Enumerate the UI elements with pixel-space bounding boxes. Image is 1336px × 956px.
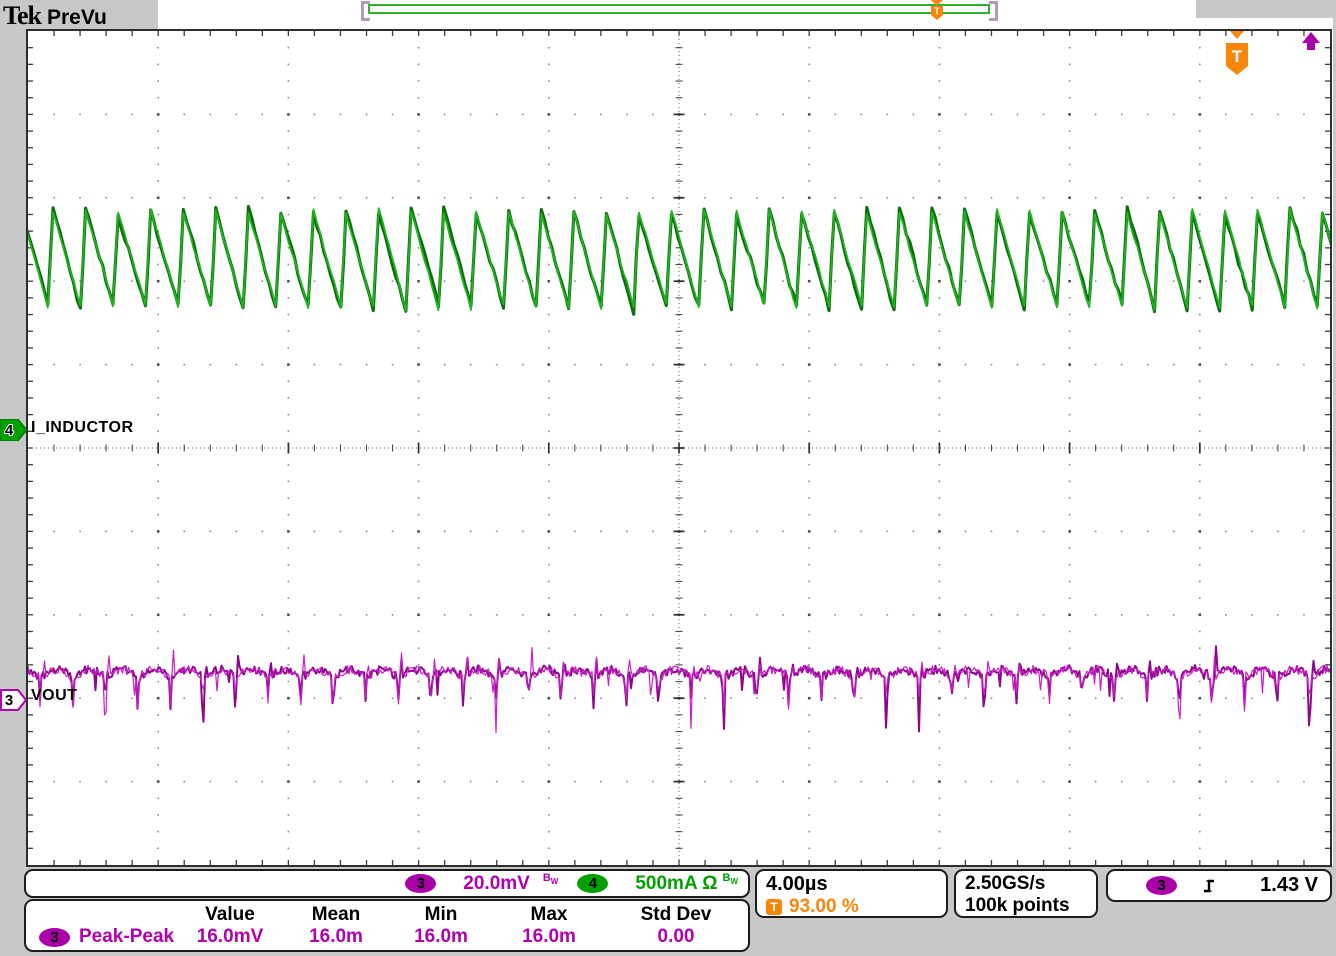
measurement-source-badge: 3 xyxy=(39,927,70,947)
channel-scale-readout-box[interactable]: 3 20.0mV BW 4 500mA Ω BW xyxy=(24,869,750,898)
trigger-slope-rising-icon xyxy=(1204,879,1214,892)
measurement-row: 3 Peak-Peak 16.0mV 16.0m 16.0m 16.0m 0.0… xyxy=(26,926,748,948)
acquisition-readout-box[interactable]: 2.50GS/s 100k points xyxy=(954,869,1098,918)
record-trigger-position-flag[interactable]: T xyxy=(928,0,946,21)
brand-and-mode: Tek PreVu xyxy=(3,1,107,31)
measurement-header-row: Value Mean Min Max Std Dev xyxy=(26,904,748,926)
trigger-position-arrow-icon xyxy=(1230,31,1244,39)
timebase-readout: 4.00µs xyxy=(766,873,828,895)
measurement-table-box[interactable]: Value Mean Min Max Std Dev 3 Peak-Peak 1… xyxy=(24,899,750,952)
record-view-bar[interactable] xyxy=(368,4,990,14)
measurement-header-mean: Mean xyxy=(311,904,361,925)
top-right-backdrop xyxy=(1196,0,1336,18)
measurement-name: Peak-Peak xyxy=(79,926,175,947)
horizontal-readout-box[interactable]: 4.00µs T 93.00 % xyxy=(755,869,948,918)
channel-4-waveform-label: I_INDUCTOR xyxy=(31,419,134,436)
channel-3-bandwidth-limit-icon: BW xyxy=(542,872,559,887)
trigger-level-up-arrow-icon xyxy=(1302,32,1320,50)
trigger-position-flag[interactable]: T xyxy=(1213,28,1261,80)
left-bezel-strip xyxy=(0,0,26,956)
channel-3-badge: 3 xyxy=(405,874,437,893)
trigger-position-readout: 93.00 % xyxy=(789,896,859,917)
oscilloscope-screen: Tek PreVu T T 4 I_INDUCTOR 3 VOUT 3 20.0… xyxy=(0,0,1336,956)
waveform-display xyxy=(28,31,1330,865)
acquisition-mode-label: PreVu xyxy=(46,6,107,29)
channel-3-marker-number: 3 xyxy=(5,692,13,709)
trigger-level-offscreen-arrow[interactable] xyxy=(1291,32,1331,52)
measurement-value: 16.0mV xyxy=(196,926,264,947)
trigger-level-readout: 1.43 V xyxy=(1260,874,1318,896)
measurement-header-min: Min xyxy=(424,904,458,925)
measurement-min: 16.0m xyxy=(414,926,468,947)
measurement-max: 16.0m xyxy=(522,926,576,947)
trigger-readout-box[interactable]: 3 1.43 V xyxy=(1106,869,1332,902)
record-trigger-t-label: T xyxy=(934,6,940,16)
measurement-header-value: Value xyxy=(205,904,255,925)
measurement-mean: 16.0m xyxy=(309,926,363,947)
trigger-source-badge: 3 xyxy=(1146,876,1177,895)
trigger-t-icon: T xyxy=(766,899,782,915)
channel-4-badge: 4 xyxy=(577,874,609,893)
tek-logo: Tek xyxy=(3,1,42,30)
channel-3-scale: 20.0mV xyxy=(463,872,530,894)
channel-3-waveform-label: VOUT xyxy=(31,687,78,704)
channel-4-reference-marker[interactable]: 4 xyxy=(0,419,28,441)
measurement-header-max: Max xyxy=(530,904,568,925)
record-length-readout: 100k points xyxy=(965,895,1070,916)
channel-3-reference-marker[interactable]: 3 xyxy=(0,689,28,711)
sample-rate-readout: 2.50GS/s xyxy=(965,873,1046,894)
graticule: T xyxy=(26,29,1332,867)
measurement-header-stddev: Std Dev xyxy=(640,904,712,925)
channel-4-bandwidth-limit-icon: BW xyxy=(722,872,738,887)
measurement-stddev: 0.00 xyxy=(657,926,695,947)
record-view-right-bracket xyxy=(989,1,998,21)
trigger-flag-t-label: T xyxy=(1232,47,1243,66)
channel-4-scale: 500mA Ω xyxy=(635,872,718,894)
channel-4-marker-number: 4 xyxy=(5,422,14,439)
